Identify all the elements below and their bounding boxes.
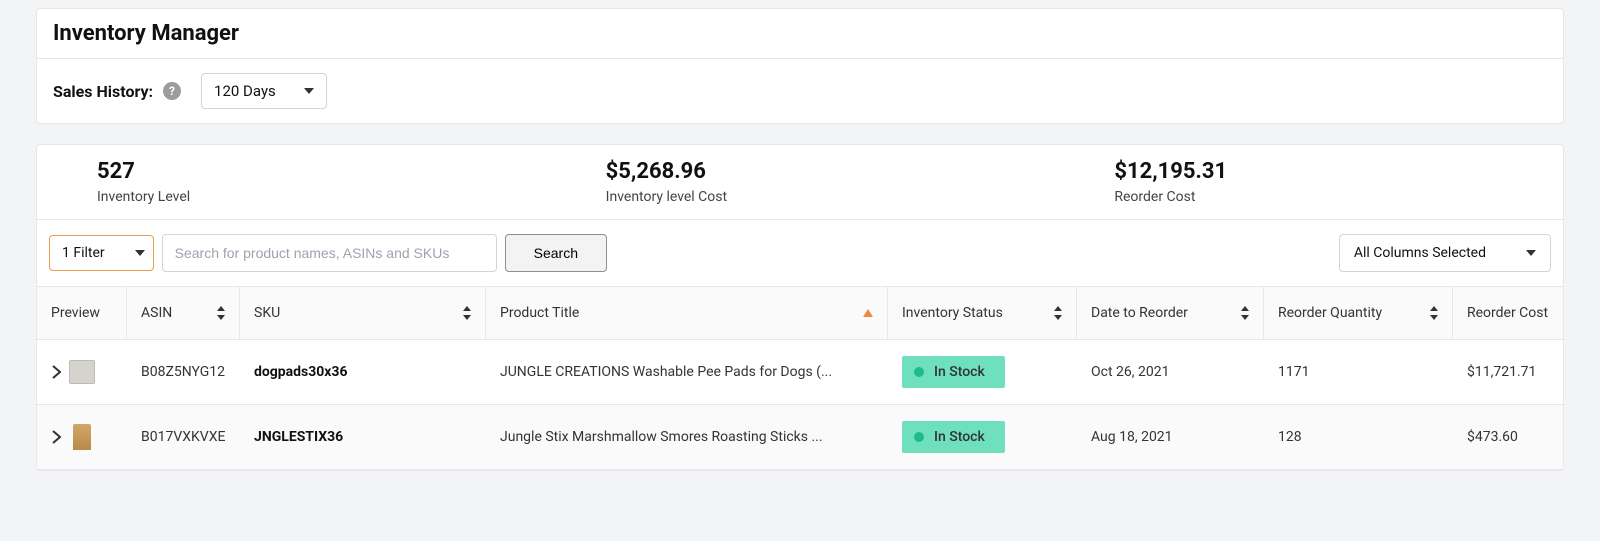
td-cost: $11,721.71 — [1453, 348, 1563, 396]
header-top: Inventory Manager — [37, 9, 1563, 59]
help-icon[interactable]: ? — [163, 82, 181, 100]
filter-button-label: 1 Filter — [62, 245, 105, 261]
inventory-table: Preview ASIN SKU Product Title — [37, 287, 1563, 470]
th-inventory-status[interactable]: Inventory Status — [888, 287, 1077, 340]
td-asin: B08Z5NYG12 — [127, 348, 240, 396]
filter-button[interactable]: 1 Filter — [49, 235, 154, 271]
td-product-title: Jungle Stix Marshmallow Smores Roasting … — [486, 409, 888, 465]
sales-history-value: 120 Days — [214, 82, 276, 100]
sort-icon — [1241, 306, 1249, 320]
td-date: Oct 26, 2021 — [1077, 348, 1264, 396]
chevron-down-icon — [1526, 250, 1536, 256]
th-reorder-qty[interactable]: Reorder Quantity — [1264, 287, 1453, 340]
th-label: Inventory Status — [902, 305, 1003, 321]
expand-row-button[interactable] — [51, 430, 61, 444]
stat-value: $5,268.96 — [606, 159, 995, 185]
filter-row: 1 Filter Search All Columns Selected — [37, 220, 1563, 287]
sort-icon — [463, 306, 471, 320]
td-cost: $473.60 — [1453, 413, 1563, 461]
sort-icon — [1430, 306, 1438, 320]
td-status: In Stock — [888, 405, 1077, 469]
th-label: Reorder Cost — [1467, 305, 1548, 321]
sort-icon — [1054, 306, 1062, 320]
table-body: B08Z5NYG12 dogpads30x36 JUNGLE CREATIONS… — [37, 340, 1563, 470]
sort-icon — [217, 306, 225, 320]
status-dot-icon — [914, 432, 924, 442]
header-card: Inventory Manager Sales History: ? 120 D… — [36, 8, 1564, 124]
sales-history-select[interactable]: 120 Days — [201, 73, 327, 109]
table-header: Preview ASIN SKU Product Title — [37, 287, 1563, 340]
th-preview[interactable]: Preview — [37, 287, 127, 340]
td-asin: B017VXKVXE — [127, 413, 240, 461]
stats-row: 527 Inventory Level $5,268.96 Inventory … — [37, 145, 1563, 220]
columns-select[interactable]: All Columns Selected — [1339, 234, 1551, 272]
td-product-title: JUNGLE CREATIONS Washable Pee Pads for D… — [486, 344, 888, 400]
table-row: B017VXKVXE JNGLESTIX36 Jungle Stix Marsh… — [37, 405, 1563, 470]
th-label: SKU — [254, 305, 280, 321]
th-sku[interactable]: SKU — [240, 287, 486, 340]
th-date-reorder[interactable]: Date to Reorder — [1077, 287, 1264, 340]
search-button[interactable]: Search — [505, 234, 607, 272]
status-badge: In Stock — [902, 356, 1005, 388]
td-sku: dogpads30x36 — [240, 348, 486, 396]
stat-reorder-cost: $12,195.31 Reorder Cost — [1054, 159, 1563, 205]
th-product-title[interactable]: Product Title — [486, 287, 888, 340]
sort-asc-icon — [863, 309, 873, 317]
stat-inventory-level: 527 Inventory Level — [37, 159, 546, 205]
td-preview — [37, 408, 127, 466]
header-controls: Sales History: ? 120 Days — [37, 59, 1563, 123]
th-label: ASIN — [141, 305, 172, 321]
status-label: In Stock — [934, 364, 985, 380]
td-status: In Stock — [888, 340, 1077, 404]
stat-label: Reorder Cost — [1114, 189, 1503, 205]
search-input[interactable] — [162, 234, 497, 272]
td-date: Aug 18, 2021 — [1077, 413, 1264, 461]
th-label: Reorder Quantity — [1278, 305, 1382, 321]
sales-history-label: Sales History: — [53, 82, 153, 101]
stat-value: $12,195.31 — [1114, 159, 1503, 185]
product-thumbnail-icon — [73, 424, 91, 450]
stat-label: Inventory Level — [97, 189, 486, 205]
stat-value: 527 — [97, 159, 486, 185]
td-preview — [37, 344, 127, 400]
stat-label: Inventory level Cost — [606, 189, 995, 205]
td-qty: 128 — [1264, 413, 1453, 461]
status-label: In Stock — [934, 429, 985, 445]
page-title: Inventory Manager — [53, 21, 1547, 46]
columns-select-label: All Columns Selected — [1354, 245, 1486, 261]
main-card: 527 Inventory Level $5,268.96 Inventory … — [36, 144, 1564, 471]
th-reorder-cost[interactable]: Reorder Cost — [1453, 287, 1563, 340]
chevron-down-icon — [304, 88, 314, 94]
th-label: Preview — [51, 305, 100, 321]
expand-row-button[interactable] — [51, 365, 61, 379]
product-thumbnail-icon — [69, 360, 95, 384]
chevron-down-icon — [135, 250, 145, 256]
td-qty: 1171 — [1264, 348, 1453, 396]
th-asin[interactable]: ASIN — [127, 287, 240, 340]
th-label: Product Title — [500, 305, 579, 321]
stat-inventory-cost: $5,268.96 Inventory level Cost — [546, 159, 1055, 205]
table-row: B08Z5NYG12 dogpads30x36 JUNGLE CREATIONS… — [37, 340, 1563, 405]
status-badge: In Stock — [902, 421, 1005, 453]
td-sku: JNGLESTIX36 — [240, 413, 486, 461]
th-label: Date to Reorder — [1091, 305, 1188, 321]
status-dot-icon — [914, 367, 924, 377]
